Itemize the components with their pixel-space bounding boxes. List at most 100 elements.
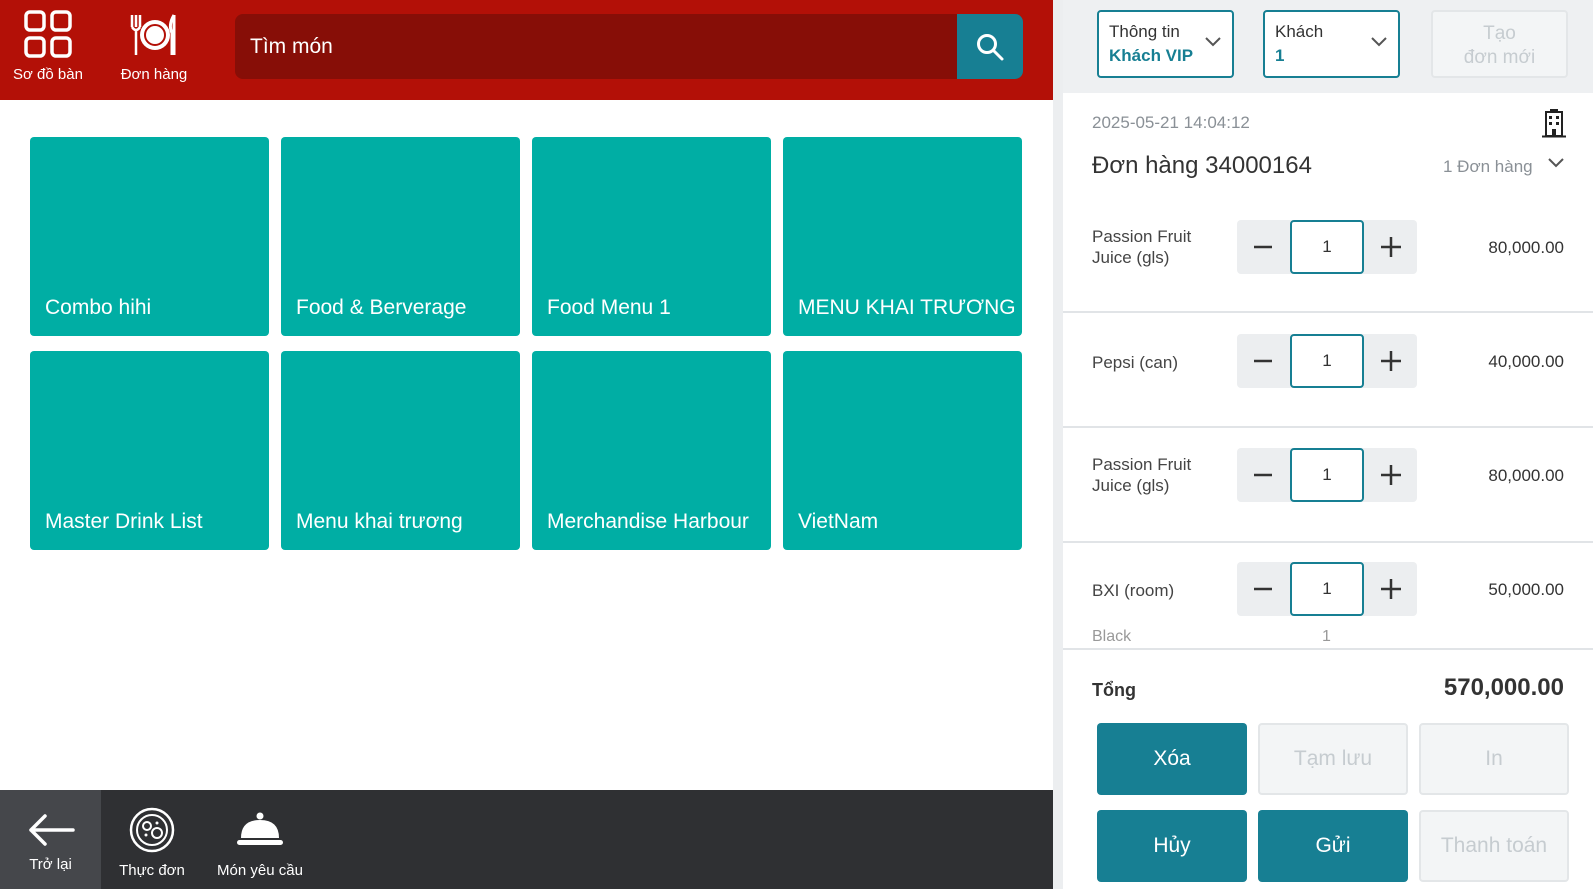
- total-value: 570,000.00: [1443, 674, 1564, 701]
- order-items-list[interactable]: Passion Fruit Juice (gls) 1 80,000.00 Pe…: [1063, 198, 1593, 648]
- category-tile[interactable]: Combo hihi: [30, 137, 269, 336]
- quantity-input[interactable]: 1: [1290, 220, 1364, 274]
- item-price: 40,000.00: [1488, 352, 1564, 371]
- category-tile[interactable]: Food & Berverage: [281, 137, 520, 336]
- menu-label: Thực đơn: [119, 862, 185, 879]
- customer-info-value: Khách VIP: [1109, 46, 1194, 65]
- item-name: Pepsi (can): [1092, 353, 1178, 372]
- quantity-stepper: 1: [1237, 334, 1417, 388]
- new-order-button[interactable]: Tạo đơn mới: [1431, 10, 1568, 78]
- panel-divider: [1053, 0, 1063, 889]
- order-count[interactable]: 1 Đơn hàng: [1443, 157, 1533, 177]
- item-name: Passion Fruit Juice (gls): [1092, 227, 1192, 267]
- item-name: Passion Fruit Juice (gls): [1092, 455, 1192, 495]
- search-icon: [977, 33, 1004, 60]
- order-item[interactable]: Passion Fruit Juice (gls) 1 80,000.00: [1063, 198, 1593, 313]
- decrease-button[interactable]: [1237, 448, 1289, 502]
- minus-icon: [1254, 245, 1272, 249]
- back-button[interactable]: Trở lại: [0, 790, 101, 889]
- top-bar: Sơ đồ bàn Đơn hàng Tìm món: [0, 0, 1053, 100]
- category-label: Menu khai trương: [296, 510, 463, 533]
- category-label: VietNam: [798, 510, 879, 533]
- arrow-left-icon: [27, 804, 75, 856]
- cloche-icon: [235, 804, 285, 856]
- category-label: Combo hihi: [45, 296, 152, 319]
- category-label: MENU KHAI TRƯƠNG: [798, 296, 1016, 319]
- chevron-down-icon: [1205, 37, 1221, 47]
- order-item[interactable]: Pepsi (can) 1 40,000.00: [1063, 313, 1593, 428]
- category-tile[interactable]: Merchandise Harbour: [532, 351, 771, 550]
- delete-button[interactable]: Xóa: [1097, 723, 1247, 795]
- quantity-input[interactable]: 1: [1290, 334, 1364, 388]
- decrease-button[interactable]: [1237, 220, 1289, 274]
- increase-button[interactable]: [1365, 220, 1417, 274]
- plus-icon: [1381, 465, 1401, 485]
- request-button[interactable]: Món yêu cầu: [210, 790, 310, 889]
- guest-count-value: 1: [1275, 46, 1285, 65]
- category-label: Food Menu 1: [547, 296, 671, 319]
- plus-icon: [1381, 351, 1401, 371]
- item-price: 80,000.00: [1488, 238, 1564, 257]
- category-tile[interactable]: VietNam: [783, 351, 1022, 550]
- minus-icon: [1254, 359, 1272, 363]
- customer-info-dropdown[interactable]: Thông tin Khách VIP: [1097, 10, 1234, 78]
- order-panel: Thông tin Khách VIP Khách 1 Tạo đơn mới …: [1063, 0, 1593, 889]
- quantity-input[interactable]: 1: [1290, 448, 1364, 502]
- category-tile[interactable]: Food Menu 1: [532, 137, 771, 336]
- item-modifier-name: Black: [1092, 628, 1132, 645]
- minus-icon: [1254, 473, 1272, 477]
- pay-button[interactable]: Thanh toán: [1419, 810, 1569, 882]
- category-tile[interactable]: Master Drink List: [30, 351, 269, 550]
- grid-icon: [24, 8, 72, 60]
- increase-button[interactable]: [1365, 562, 1417, 616]
- quantity-stepper: 1: [1237, 448, 1417, 502]
- minus-icon: [1254, 587, 1272, 591]
- plus-icon: [1381, 579, 1401, 599]
- category-label: Food & Berverage: [296, 296, 467, 319]
- item-price: 50,000.00: [1488, 580, 1564, 599]
- chevron-down-icon: [1371, 37, 1387, 47]
- food-plate-icon: [128, 804, 176, 856]
- decrease-button[interactable]: [1237, 334, 1289, 388]
- menu-button[interactable]: Thực đơn: [112, 790, 192, 889]
- order-item[interactable]: Passion Fruit Juice (gls) 1 80,000.00: [1063, 428, 1593, 543]
- category-tile[interactable]: Menu khai trương: [281, 351, 520, 550]
- nav-table-map[interactable]: Sơ đồ bàn: [10, 0, 86, 100]
- nav-table-map-label: Sơ đồ bàn: [13, 66, 83, 83]
- quantity-input[interactable]: 1: [1290, 562, 1364, 616]
- item-modifier-qty: 1: [1322, 628, 1331, 645]
- quantity-stepper: 1: [1237, 220, 1417, 274]
- category-label: Merchandise Harbour: [547, 510, 749, 533]
- new-order-label-1: Tạo: [1483, 23, 1516, 44]
- search-field[interactable]: Tìm món: [235, 14, 1023, 79]
- plate-cutlery-icon: [128, 8, 180, 60]
- search-input[interactable]: Tìm món: [250, 14, 333, 79]
- print-button[interactable]: In: [1419, 723, 1569, 795]
- send-button[interactable]: Gửi: [1258, 810, 1408, 882]
- building-icon[interactable]: [1541, 108, 1567, 138]
- order-item[interactable]: BXI (room) 1 50,000.00 Black 1: [1063, 543, 1593, 648]
- divider: [1063, 648, 1593, 650]
- plus-icon: [1381, 237, 1401, 257]
- category-label: Master Drink List: [45, 510, 203, 533]
- chevron-down-icon[interactable]: [1547, 157, 1565, 169]
- quantity-stepper: 1: [1237, 562, 1417, 616]
- back-label: Trở lại: [29, 856, 72, 873]
- order-title: Đơn hàng 34000164: [1092, 152, 1312, 179]
- search-button[interactable]: [957, 14, 1023, 79]
- decrease-button[interactable]: [1237, 562, 1289, 616]
- category-tile[interactable]: MENU KHAI TRƯƠNG: [783, 137, 1022, 336]
- product-area: Sơ đồ bàn Đơn hàng Tìm món Combo hihi Fo…: [0, 0, 1053, 889]
- item-price: 80,000.00: [1488, 466, 1564, 485]
- nav-orders-label: Đơn hàng: [120, 66, 188, 83]
- increase-button[interactable]: [1365, 334, 1417, 388]
- nav-orders[interactable]: Đơn hàng: [114, 0, 194, 100]
- guest-count-dropdown[interactable]: Khách 1: [1263, 10, 1400, 78]
- increase-button[interactable]: [1365, 448, 1417, 502]
- order-datetime: 2025-05-21 14:04:12: [1092, 113, 1250, 132]
- item-name: BXI (room): [1092, 581, 1175, 600]
- order-panel-header: Thông tin Khách VIP Khách 1 Tạo đơn mới: [1063, 0, 1593, 93]
- new-order-label-2: đơn mới: [1463, 47, 1536, 68]
- cancel-button[interactable]: Hủy: [1097, 810, 1247, 882]
- hold-button[interactable]: Tạm lưu: [1258, 723, 1408, 795]
